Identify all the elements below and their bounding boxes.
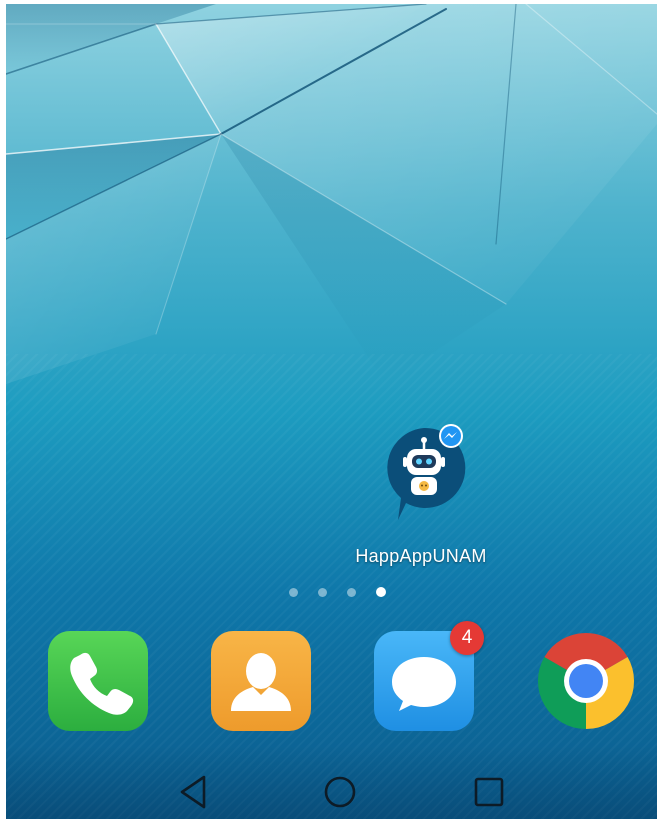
dock-phone[interactable] bbox=[48, 631, 148, 731]
page-dot[interactable] bbox=[318, 588, 327, 597]
app-label: HappAppUNAM bbox=[355, 546, 487, 566]
phone-tile bbox=[48, 631, 148, 731]
notification-badge: 4 bbox=[450, 621, 484, 655]
page-dot-active[interactable] bbox=[376, 587, 386, 597]
contacts-icon bbox=[231, 653, 291, 711]
page-dot[interactable] bbox=[347, 588, 356, 597]
dock-chrome[interactable] bbox=[536, 631, 636, 731]
phone-icon bbox=[70, 652, 134, 715]
robot-messenger-icon bbox=[387, 424, 466, 520]
home-screen: HappAppUNAM 4 bbox=[6, 4, 657, 819]
page-dot[interactable] bbox=[289, 588, 298, 597]
recents-icon[interactable] bbox=[469, 772, 509, 812]
dock-contacts[interactable] bbox=[211, 631, 311, 731]
navigation-bar bbox=[6, 746, 657, 819]
app-happappunam[interactable]: HappAppUNAM bbox=[346, 424, 496, 574]
home-icon[interactable] bbox=[320, 772, 360, 812]
back-icon[interactable] bbox=[174, 772, 214, 812]
chrome-icon bbox=[537, 633, 635, 729]
dock-messages[interactable]: 4 bbox=[374, 621, 484, 731]
contacts-tile bbox=[211, 631, 311, 731]
